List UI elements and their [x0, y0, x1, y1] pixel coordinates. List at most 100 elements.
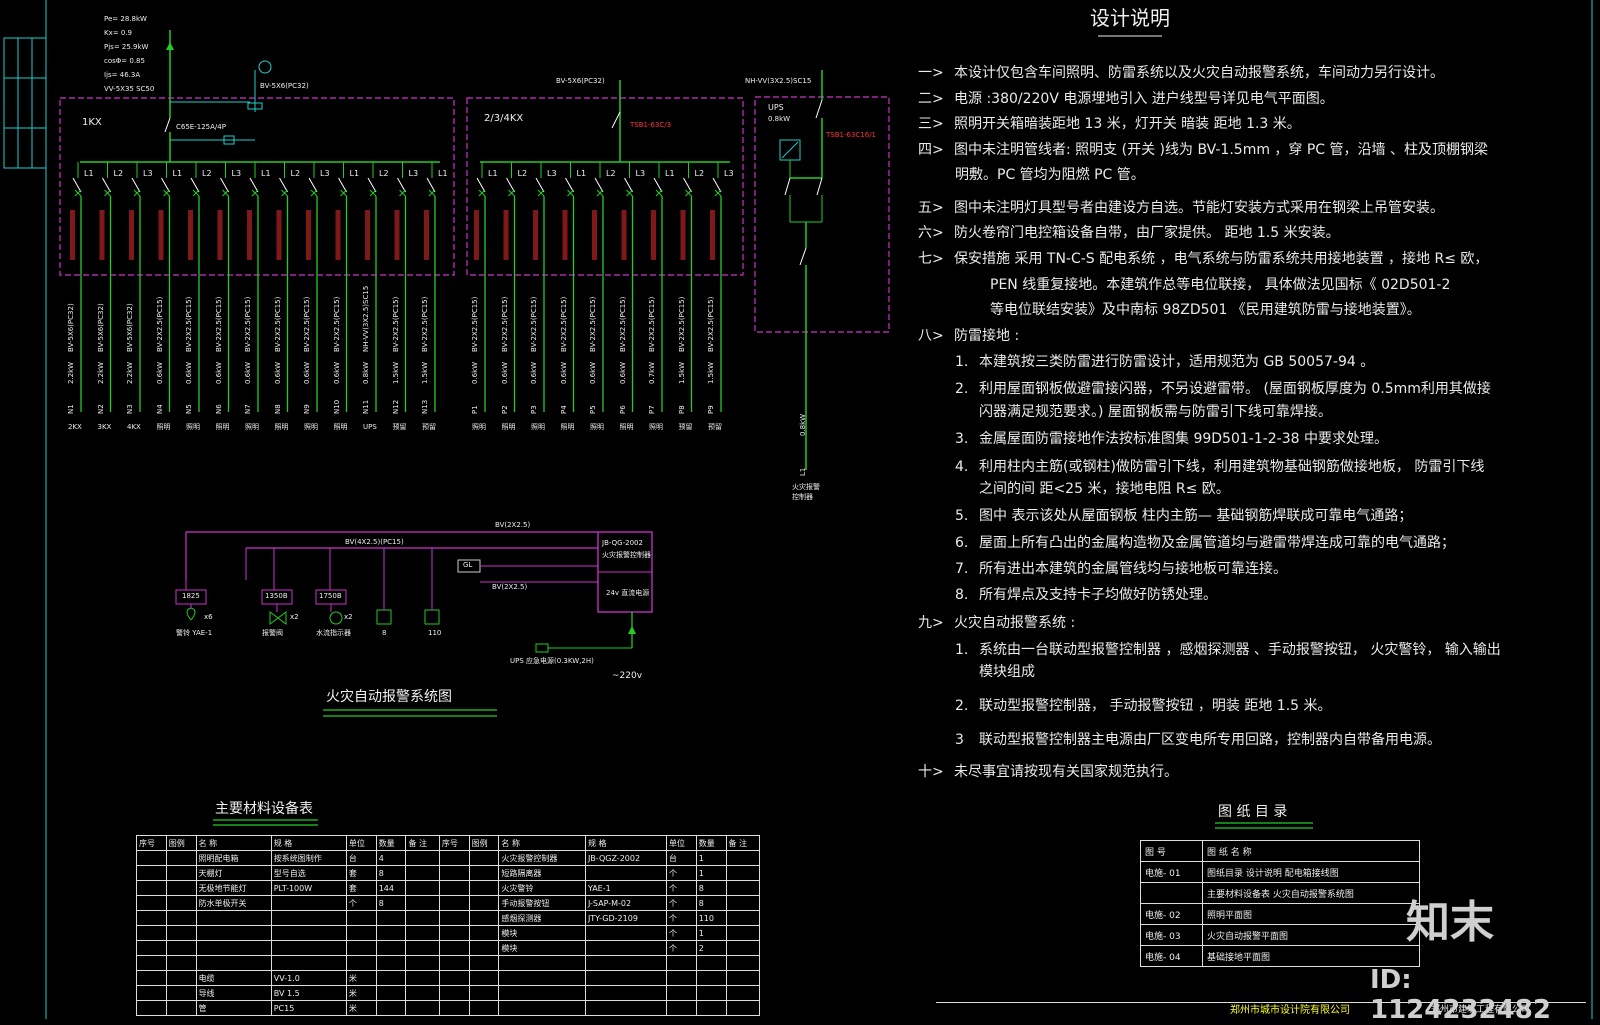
circuit-text: 0.6kW	[303, 361, 311, 384]
circuit-text: BV-5X6(PC32)	[126, 303, 134, 352]
note-text: 保安措施 采用 TN-C-S 配电系统 ，电气系统与防雷系统共用接地装置 ，接地…	[954, 251, 1489, 267]
circuit-text: BV-2X2.5(PC15)	[391, 296, 400, 352]
breaker-label-mark	[680, 210, 686, 260]
bom-cell: 个	[665, 895, 697, 911]
circuit-text: P7	[648, 405, 656, 414]
fire-device-name: 110	[428, 629, 442, 637]
drawing-index-title: 图 纸 目 录	[1218, 804, 1288, 820]
circuit-text: P9	[707, 405, 715, 414]
breaker-mark	[133, 189, 141, 197]
bom-cell	[405, 880, 440, 896]
bom-cell	[584, 925, 667, 941]
circuit-text: BV-2X2.5(PC15)	[500, 296, 509, 352]
index-cell: 电施- 03	[1139, 924, 1204, 946]
circuit-text: UPS	[363, 423, 377, 431]
circuit-text: P5	[589, 405, 597, 414]
note-text: 联动型报警控制器主电源由厂区变电所专用回路，控制器内自带备用电源。	[979, 732, 1441, 748]
circuit-breaker	[397, 177, 406, 193]
breaker-label-mark	[651, 210, 656, 260]
circuit-breaker	[220, 177, 229, 193]
bom-cell	[165, 970, 197, 986]
note-number: 1.	[955, 642, 969, 658]
phase-label: L3	[724, 169, 734, 178]
index-header-cell: 图 纸 名 称	[1202, 840, 1420, 862]
bom-cell	[438, 910, 470, 926]
bom-cell: JB-QGZ-2002	[584, 850, 667, 866]
circuit-text: BV-2X2.5(PC15)	[155, 296, 164, 352]
bom-cell	[584, 1000, 667, 1016]
bom-cell	[438, 850, 470, 866]
circuit-text: P4	[559, 405, 568, 414]
bom-cell: 个	[345, 895, 377, 911]
note-line: 九> 火灾自动报警系统 :	[918, 612, 1075, 632]
bom-cell	[405, 955, 440, 971]
bom-cell: PC15	[270, 1000, 347, 1016]
circuit-breaker	[161, 177, 170, 193]
circuit-text: 照明	[472, 423, 486, 431]
bom-table: 序号 图例名 称规 格单位 数量备 注序号 图例名 称规 格单位 数量备 注照明配电箱按…	[136, 835, 760, 1016]
note-line: 6. 屋面上所有凸出的金属构造物及金属管道均与避雷带焊连成可靠的电气通路；	[955, 532, 1455, 552]
param-cos: cosΦ= 0.85	[104, 57, 145, 65]
note-line: 六> 防火卷帘门电控箱设备自带，由厂家提供。 距地 1.5 米安装。	[918, 222, 1340, 242]
param-kx: Kx= 0.9	[104, 29, 132, 37]
circuit-text: 1.5kW	[707, 361, 715, 384]
bom-cell: 天棚灯	[195, 865, 272, 881]
bom-cell	[725, 1000, 760, 1016]
circuit-text: 0.7kW	[648, 361, 656, 384]
circuit-text: N5	[185, 404, 193, 414]
bom-cell	[438, 1000, 470, 1016]
breaker-label-mark	[710, 210, 715, 260]
bom-row: 照明配电箱 按系统图制作台 4 火灾报警控制器 JB-QGZ-2002 台 1	[136, 850, 760, 866]
breaker-mark	[104, 189, 111, 197]
breaker-label-mark	[188, 210, 193, 260]
index-cell: 电施- 02	[1139, 903, 1204, 925]
bom-cell: 110	[695, 910, 727, 926]
bom-cell	[665, 955, 697, 971]
bom-cell: VV-1.0	[270, 970, 347, 986]
fire-device-qty: x6	[204, 613, 213, 621]
bom-cell	[136, 955, 167, 971]
fire-controller-name: 火灾报警控制器	[602, 551, 651, 559]
bom-cell	[165, 850, 197, 866]
phase-label: L1	[261, 169, 271, 178]
bom-header-cell: 数量	[695, 835, 727, 851]
panel-1kx-note: BV-5X6(PC32)	[260, 82, 309, 90]
circuit-text: 3KX	[97, 423, 112, 431]
breaker-mark	[655, 189, 663, 197]
bom-cell	[375, 985, 407, 1001]
bom-header-cell: 规 格	[270, 835, 347, 851]
note-text: 等电位联结安装》及中南标 98ZD501 《民用建筑防雷与接地装置》。	[990, 302, 1421, 318]
fire-device-name: 警铃 YAE-1	[176, 629, 213, 637]
bom-cell	[136, 940, 167, 956]
bom-cell	[584, 985, 667, 1001]
note-line: 3 联动型报警控制器主电源由厂区变电所专用回路，控制器内自带备用电源。	[955, 729, 1441, 749]
bom-cell	[695, 955, 727, 971]
note-line: 4. 利用柱内主筋(或钢柱)做防雷引下线，利用建筑物基础钢筋做接地板， 防雷引下线	[955, 456, 1484, 476]
phase-label: L2	[379, 169, 389, 178]
bom-cell: 个	[665, 925, 697, 941]
phase-label: L3	[143, 169, 153, 178]
breaker-mark	[222, 189, 229, 197]
breaker-label-mark	[99, 210, 105, 260]
bom-header-cell: 图例	[468, 835, 500, 851]
bom-cell	[498, 970, 586, 986]
phase-label: L3	[547, 169, 557, 178]
circuit-text: 照明	[274, 423, 289, 431]
bom-cell	[405, 970, 440, 986]
fire-cable-low: BV(2X2.5)	[492, 583, 528, 591]
fire-device-qty: x2	[344, 613, 353, 621]
circuit-text: BV-5X6(PC32)	[96, 303, 105, 352]
bom-row: 电缆 VV-1.0 米	[136, 970, 760, 986]
circuit-breaker	[102, 177, 111, 193]
bom-cell	[375, 910, 407, 926]
bom-cell	[468, 910, 500, 926]
circuit-text: 0.6kW	[618, 361, 627, 384]
bom-cell	[584, 940, 667, 956]
breaker-mark	[428, 189, 436, 197]
index-cell: 主要材料设备表 火灾自动报警系统图	[1202, 882, 1420, 904]
note-number: 5.	[955, 508, 969, 524]
bom-cell	[136, 880, 167, 896]
circuit-text: 0.6kW	[559, 361, 568, 384]
circuit-breaker	[712, 177, 722, 193]
bom-cell	[468, 970, 500, 986]
